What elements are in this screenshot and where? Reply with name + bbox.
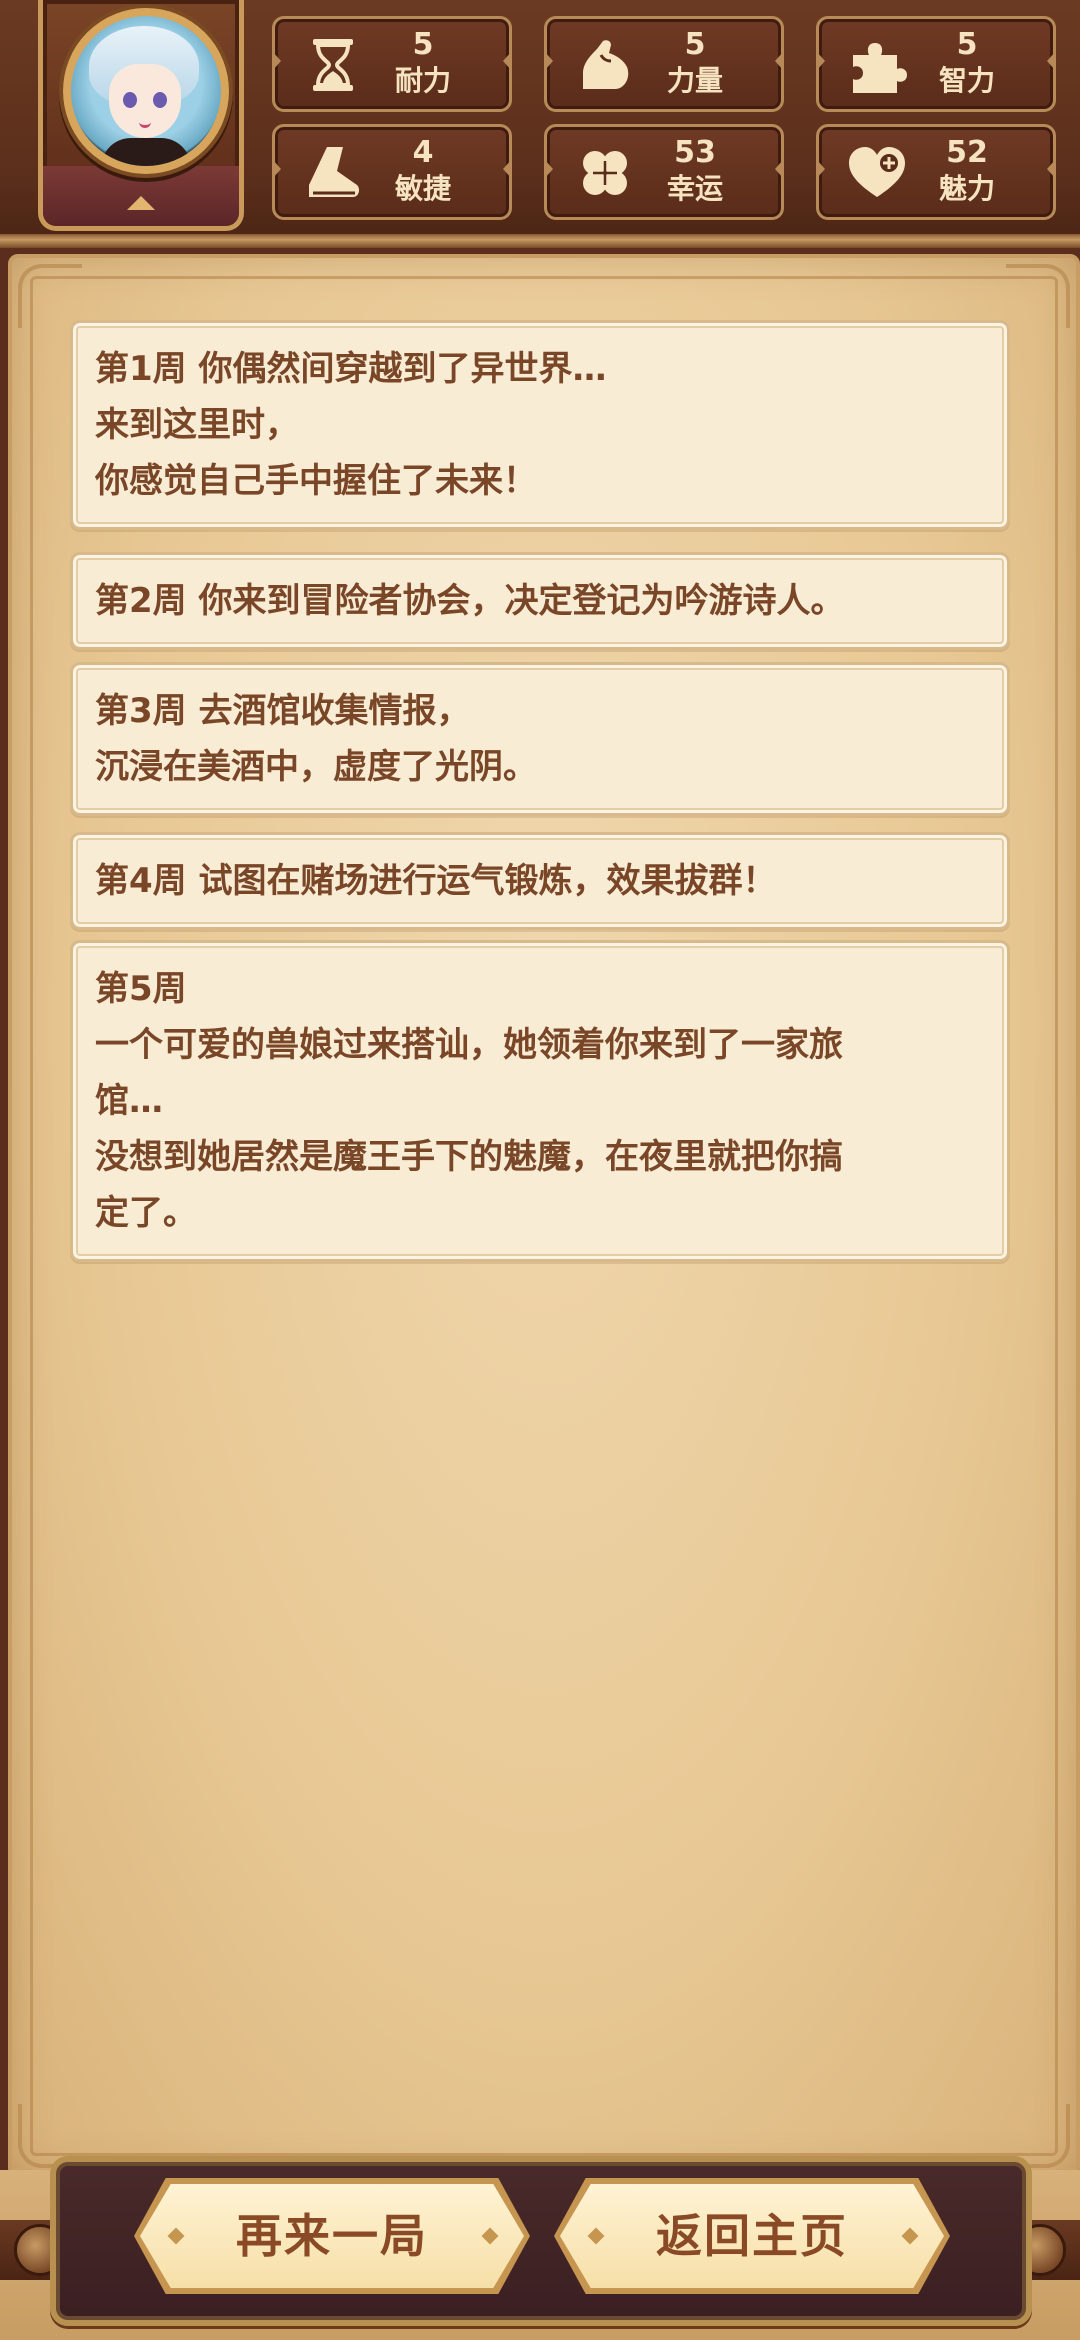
- event-line: 第5周: [95, 969, 187, 1009]
- stat-label: 智力: [938, 64, 995, 97]
- hourglass-icon: [313, 39, 353, 91]
- stat-intelligence: 5 智力: [816, 16, 1056, 112]
- play-again-button[interactable]: 再来一局: [140, 2184, 524, 2288]
- event-line: 第2周 你来到冒险者协会，决定登记为吟游诗人。: [95, 581, 845, 621]
- puzzle-piece-icon: [853, 43, 907, 93]
- event-card-week-3: 第3周 去酒馆收集情报， 沉浸在美酒中，虚度了光阴。: [70, 662, 1010, 816]
- event-line: 来到这里时，: [95, 405, 299, 445]
- avatar[interactable]: [63, 8, 229, 174]
- flexed-arm-icon: [583, 40, 629, 89]
- stat-value: 52: [946, 135, 988, 170]
- event-card-week-1: 第1周 你偶然间穿越到了异世界… 来到这里时， 你感觉自己手中握住了未来！: [70, 320, 1010, 530]
- event-line: 第1周 你偶然间穿越到了异世界…: [95, 349, 607, 389]
- ornament-corner: [18, 264, 82, 328]
- event-line: 沉浸在美酒中，虚度了光阴。: [95, 747, 537, 787]
- stat-strength: 5 力量: [544, 16, 784, 112]
- stat-value: 4: [412, 135, 434, 170]
- stat-label: 耐力: [394, 64, 451, 97]
- chevron-up-icon: [127, 196, 155, 210]
- stat-charm: 52 魅力: [816, 124, 1056, 220]
- avatar-eye-left: [123, 92, 137, 108]
- stat-value: 5: [956, 27, 978, 62]
- heart-plus-icon: [849, 147, 905, 197]
- event-line: 一个可爱的兽娘过来搭讪，她领着你来到了一家旅: [95, 1025, 843, 1065]
- stat-value: 53: [674, 135, 716, 170]
- event-card-week-5: 第5周 一个可爱的兽娘过来搭讪，她领着你来到了一家旅 馆… 没想到她居然是魔王手…: [70, 940, 1010, 1262]
- event-line: 没想到她居然是魔王手下的魅魔，在夜里就把你搞: [95, 1137, 843, 1177]
- stat-stamina: 5 耐力: [272, 16, 512, 112]
- event-line: 你感觉自己手中握住了未来！: [95, 461, 537, 501]
- stat-label: 幸运: [666, 172, 723, 205]
- ornament-corner: [1006, 264, 1070, 328]
- event-line: 定了。: [95, 1193, 197, 1233]
- stat-label: 力量: [666, 64, 723, 97]
- event-card-week-2: 第2周 你来到冒险者协会，决定登记为吟游诗人。: [70, 552, 1010, 650]
- boot-icon: [309, 147, 360, 197]
- stat-label: 魅力: [938, 172, 995, 205]
- event-line: 第3周 去酒馆收集情报，: [95, 691, 471, 731]
- event-card-week-4: 第4周 试图在赌场进行运气锻炼，效果拔群！: [70, 832, 1010, 930]
- stat-value: 5: [412, 27, 434, 62]
- stat-value: 5: [684, 27, 706, 62]
- event-line: 馆…: [95, 1081, 163, 1121]
- avatar-eye-right: [153, 92, 167, 108]
- event-line: 第4周 试图在赌场进行运气锻炼，效果拔群！: [95, 861, 777, 901]
- character-portrait-frame[interactable]: [38, 0, 244, 231]
- return-home-button[interactable]: 返回主页: [560, 2184, 944, 2288]
- four-leaf-clover-icon: [583, 151, 627, 195]
- stat-label: 敏捷: [394, 172, 451, 205]
- stat-luck: 53 幸运: [544, 124, 784, 220]
- stat-agility: 4 敏捷: [272, 124, 512, 220]
